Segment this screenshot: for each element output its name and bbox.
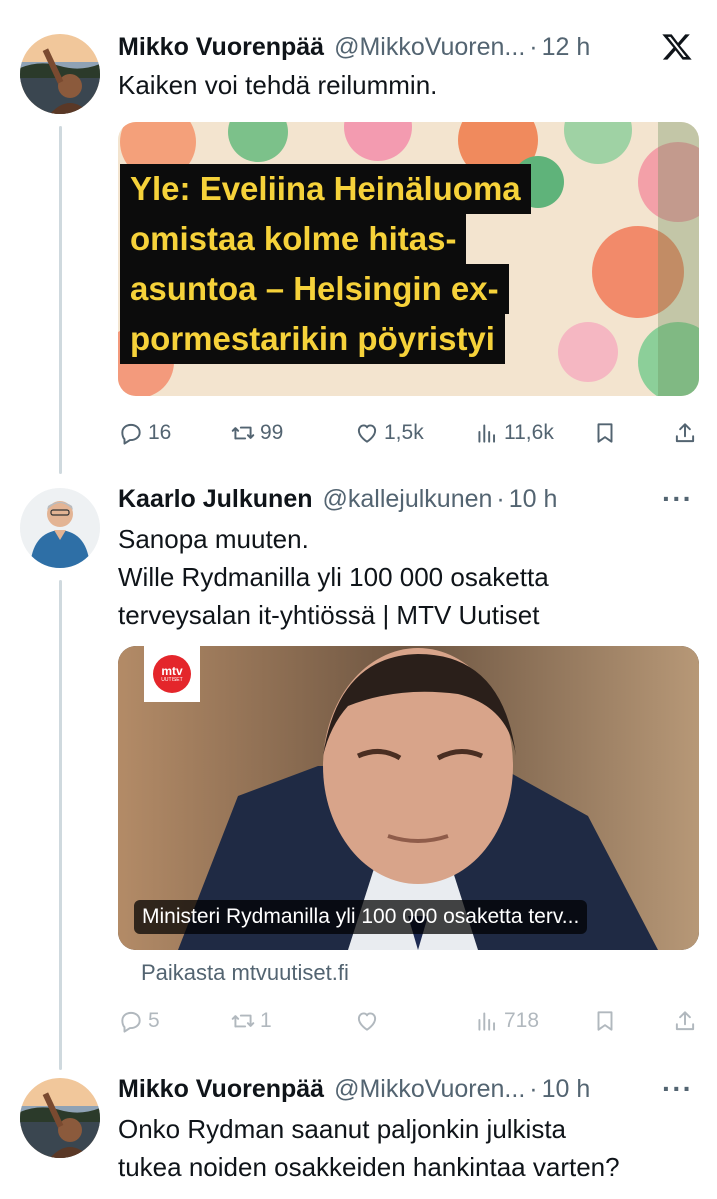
author-name[interactable]: Mikko Vuorenpää bbox=[118, 1075, 324, 1104]
reply-icon bbox=[121, 1011, 141, 1033]
more-icon[interactable]: ··· bbox=[662, 1072, 693, 1106]
reply-button[interactable]: 5 bbox=[118, 1004, 160, 1038]
more-dots: ··· bbox=[662, 1073, 693, 1104]
card-source[interactable]: Paikasta mtvuutiset.fi bbox=[141, 960, 349, 986]
retweet-button[interactable]: 1 bbox=[230, 1004, 272, 1038]
tweet-header: Kaarlo Julkunen @kallejulkunen · 10 h ··… bbox=[118, 482, 697, 516]
reply-count: 5 bbox=[148, 1009, 160, 1032]
thread-line-1 bbox=[59, 126, 62, 474]
share-icon bbox=[675, 423, 695, 443]
separator: · bbox=[496, 484, 505, 513]
author-handle[interactable]: @kallejulkunen bbox=[323, 485, 493, 514]
tweet-header: Mikko Vuorenpää @MikkoVuoren... · 12 h bbox=[118, 30, 697, 64]
x-logo-icon[interactable] bbox=[661, 30, 693, 64]
retweet-button[interactable]: 99 bbox=[230, 416, 283, 450]
card-caption-text: Ministeri Rydmanilla yli 100 000 osakett… bbox=[142, 905, 580, 928]
text-line: tukea noiden osakkeiden hankintaa varten… bbox=[118, 1152, 620, 1182]
link-card-image[interactable]: mtv UUTISET Ministeri Rydmanilla yli 100… bbox=[118, 646, 699, 950]
retweet-icon bbox=[231, 426, 255, 440]
views-count: 718 bbox=[504, 1009, 540, 1032]
views-button[interactable]: 718 bbox=[474, 1004, 539, 1038]
share-button[interactable] bbox=[672, 1004, 702, 1038]
card-caption: Ministeri Rydmanilla yli 100 000 osakett… bbox=[134, 900, 588, 934]
mtv-logo-text: mtv bbox=[161, 664, 183, 678]
views-count: 11,6k bbox=[504, 421, 554, 444]
retweet-icon bbox=[231, 1014, 255, 1028]
tweet-actions: 16 99 1,5k 11,6k bbox=[118, 416, 699, 450]
text-line: Wille Rydmanilla yli 100 000 osaketta bbox=[118, 562, 549, 592]
author-name[interactable]: Mikko Vuorenpää bbox=[118, 33, 324, 62]
like-button[interactable] bbox=[354, 1004, 384, 1038]
reply-button[interactable]: 16 bbox=[118, 416, 171, 450]
avatar[interactable] bbox=[20, 34, 100, 114]
share-icon bbox=[675, 1011, 695, 1031]
avatar[interactable] bbox=[20, 488, 100, 568]
share-button[interactable] bbox=[672, 416, 702, 450]
text-line: Sanopa muuten. bbox=[118, 524, 309, 554]
tweet-text: Onko Rydman saanut paljonkin julkista tu… bbox=[118, 1110, 689, 1186]
author-name[interactable]: Kaarlo Julkunen bbox=[118, 485, 313, 514]
reply-icon bbox=[121, 423, 141, 445]
headline-line: Yle: Eveliina Heinäluoma bbox=[120, 164, 531, 214]
heart-icon bbox=[357, 424, 377, 443]
tweet-image[interactable]: Yle: Eveliina Heinäluoma omistaa kolme h… bbox=[118, 122, 699, 396]
tweet-actions: 5 1 718 bbox=[118, 1004, 699, 1038]
separator: · bbox=[529, 32, 538, 61]
avatar[interactable] bbox=[20, 1078, 100, 1158]
mtv-logo-subtext: UUTISET bbox=[161, 677, 183, 683]
more-dots: ··· bbox=[662, 483, 693, 514]
retweet-count: 1 bbox=[260, 1009, 272, 1032]
mtv-logo: mtv UUTISET bbox=[144, 646, 200, 702]
text-line: Onko Rydman saanut paljonkin julkista bbox=[118, 1114, 567, 1144]
tweet-header: Mikko Vuorenpää @MikkoVuoren... · 10 h ·… bbox=[118, 1072, 697, 1106]
bookmark-button[interactable] bbox=[592, 416, 622, 450]
thread-line-2 bbox=[59, 580, 62, 1070]
tweet-text: Kaiken voi tehdä reilummin. bbox=[118, 70, 438, 100]
bookmark-button[interactable] bbox=[592, 1004, 622, 1038]
analytics-icon bbox=[478, 1012, 496, 1031]
bookmark-icon bbox=[597, 1011, 613, 1031]
like-count: 1,5k bbox=[384, 421, 424, 444]
headline-line: omistaa kolme hitas- bbox=[120, 214, 467, 264]
views-button[interactable]: 11,6k bbox=[474, 416, 554, 450]
analytics-icon bbox=[478, 424, 496, 443]
text-line: terveysalan it-yhtiössä | MTV Uutiset bbox=[118, 600, 540, 630]
reply-count: 16 bbox=[148, 421, 172, 444]
author-handle[interactable]: @MikkoVuoren... bbox=[334, 33, 525, 62]
like-button[interactable]: 1,5k bbox=[354, 416, 424, 450]
headline-line: asuntoa – Helsingin ex- bbox=[120, 264, 509, 314]
retweet-count: 99 bbox=[260, 421, 284, 444]
timestamp[interactable]: 12 h bbox=[542, 33, 591, 62]
author-handle[interactable]: @MikkoVuoren... bbox=[334, 1075, 525, 1104]
separator: · bbox=[529, 1074, 538, 1103]
headline-line: pormestarikin pöyristyi bbox=[120, 314, 505, 364]
timestamp[interactable]: 10 h bbox=[542, 1075, 591, 1104]
bookmark-icon bbox=[597, 423, 613, 443]
tweet-text: Sanopa muuten. Wille Rydmanilla yli 100 … bbox=[118, 520, 689, 634]
heart-icon bbox=[357, 1012, 377, 1031]
timestamp[interactable]: 10 h bbox=[509, 485, 558, 514]
more-icon[interactable]: ··· bbox=[662, 482, 693, 516]
headline-block: Yle: Eveliina Heinäluoma omistaa kolme h… bbox=[120, 164, 531, 364]
